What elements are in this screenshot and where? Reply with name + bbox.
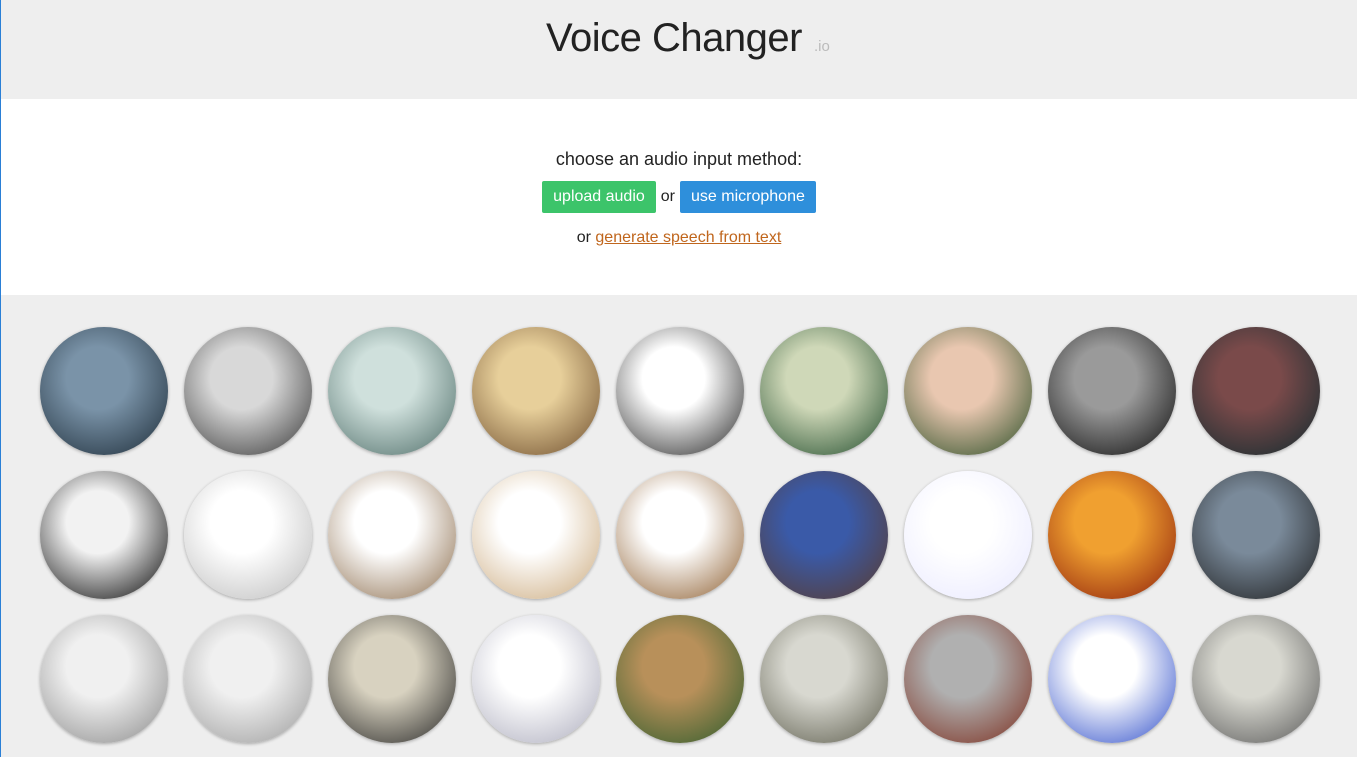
upload-audio-button[interactable]: upload audio [542,181,656,213]
voice-effect-telephone[interactable] [616,327,744,455]
header: Voice Changer .io [1,0,1357,99]
voice-effect-grey-alien[interactable] [1048,327,1176,455]
audio-input-panel: choose an audio input method: upload aud… [1,99,1357,295]
site-title-suffix: .io [814,38,830,55]
voice-effect-lego-robot[interactable] [472,615,600,743]
input-prompt: choose an audio input method: [555,149,803,169]
voice-effect-ghost[interactable] [328,327,456,455]
voice-effect-anonymous[interactable] [40,471,168,599]
voice-effect-cymbal[interactable] [472,471,600,599]
input-buttons: upload audio or use microphone [1,181,1357,213]
voice-effect-robot-white[interactable] [40,615,168,743]
or-text: or [576,229,591,246]
generate-speech-link[interactable]: generate speech from text [595,229,781,246]
or-text: or [660,188,676,205]
voice-effects-grid [40,327,1320,743]
voice-effect-cyborg[interactable] [1192,327,1320,455]
voice-effect-reverse-clock[interactable] [184,471,312,599]
voice-effect-radio-soldier[interactable] [1192,615,1320,743]
voice-effect-guitar-pedal[interactable] [760,471,888,599]
voice-effect-cave[interactable] [1192,471,1320,599]
site-title: Voice Changer [546,16,802,60]
voice-effect-monster[interactable] [40,327,168,455]
voice-effect-melting-clock[interactable] [904,327,1032,455]
voice-effect-snail[interactable] [616,615,744,743]
voice-effect-radio[interactable] [328,471,456,599]
voice-effect-sonic[interactable] [1048,615,1176,743]
voice-effect-alien[interactable] [760,327,888,455]
voice-effect-sprinter[interactable] [904,615,1032,743]
voice-effect-robot-walker[interactable] [184,615,312,743]
use-microphone-button[interactable]: use microphone [680,181,816,213]
voice-effect-megaphone[interactable] [184,327,312,455]
voice-effect-church[interactable] [472,327,600,455]
voice-effect-tortoise[interactable] [760,615,888,743]
voice-effect-dalek[interactable] [616,471,744,599]
voice-effect-sine-wave[interactable] [904,471,1032,599]
voice-effect-fire-demon[interactable] [1048,471,1176,599]
tts-row: or generate speech from text [1,229,1357,247]
voice-effect-toy-robot[interactable] [328,615,456,743]
